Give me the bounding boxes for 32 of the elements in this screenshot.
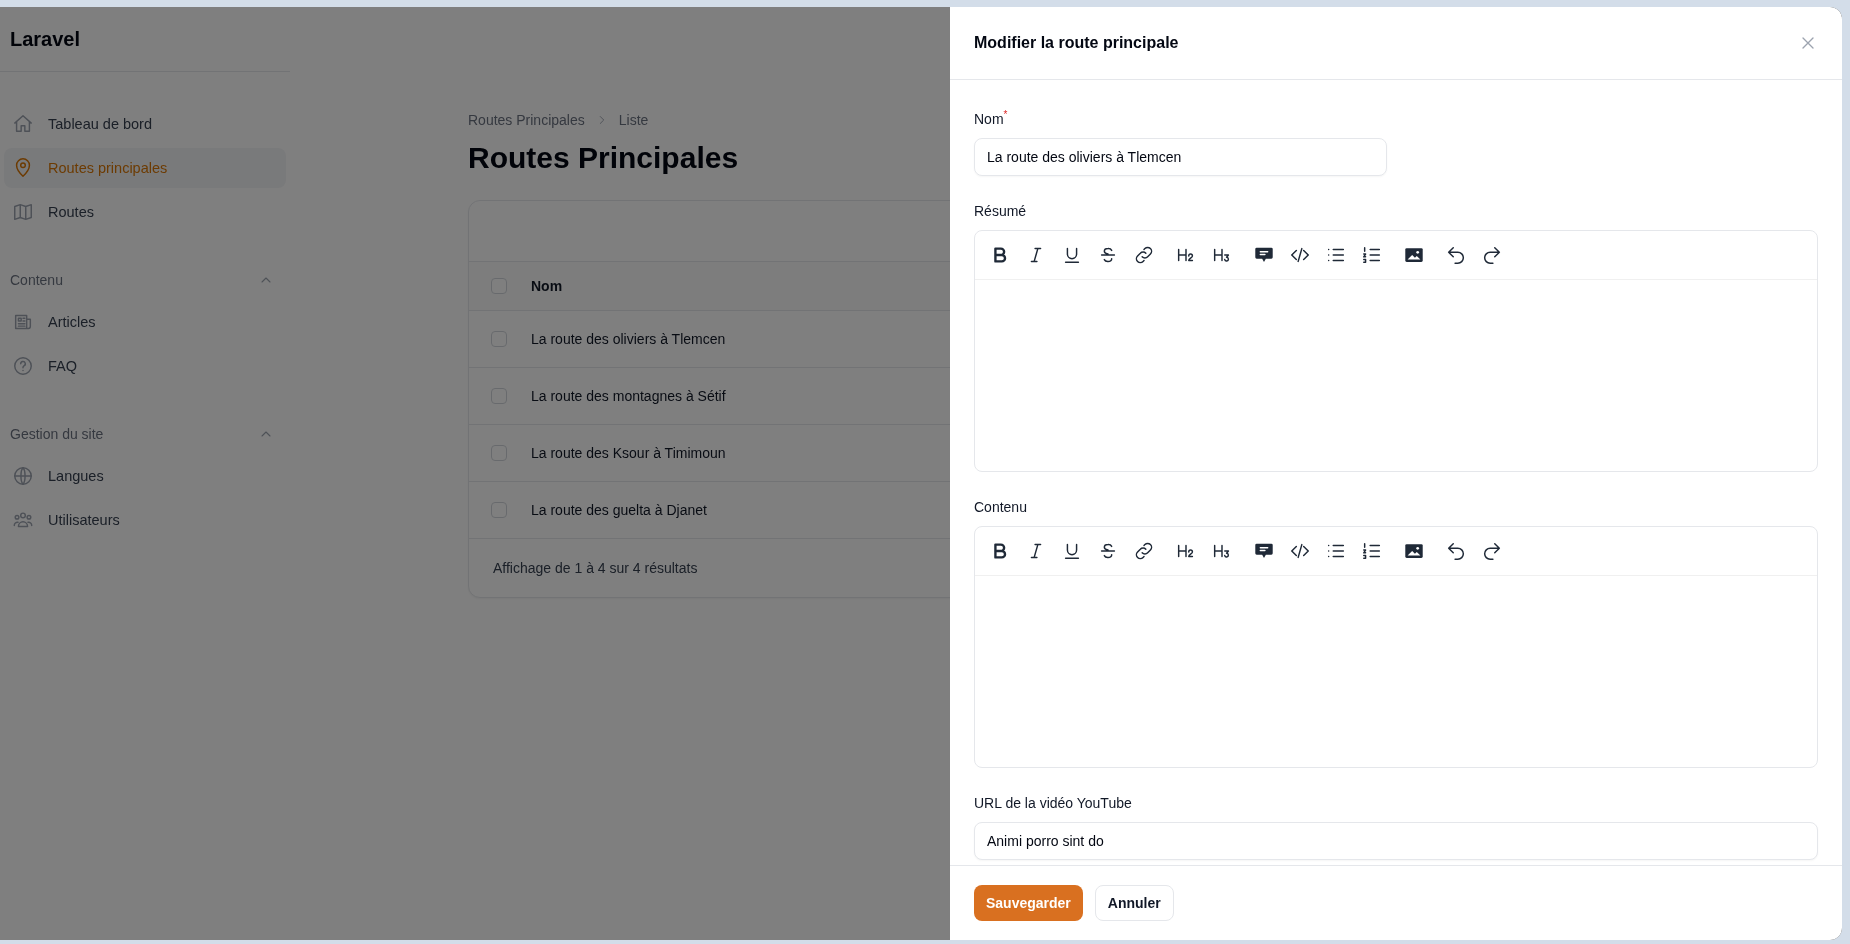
nav-item[interactable]: Routes [4,192,286,232]
results-summary: Affichage de 1 à 4 sur 4 résultats [493,560,698,576]
page-title: Routes Principales [468,140,739,176]
save-button[interactable]: Sauvegarder [974,885,1083,921]
table-cell: La route des guelta à Djanet [531,502,707,518]
field-label: Nom$^{*}$ [974,108,1009,128]
nav-item[interactable]: Routes principales [4,148,286,188]
app-logo[interactable]: Laravel [10,27,81,51]
home-icon [12,113,34,135]
nav-item[interactable]: Langues [4,456,286,496]
input-field[interactable]: La route des oliviers à Tlemcen [974,137,1387,176]
panel-title: Modifier la route principale [974,34,1179,52]
field-label: Résumé [974,201,1028,220]
table-cell: La route des Ksour à Timimoun [531,445,726,461]
globe-icon [12,465,34,487]
breadcrumb-link[interactable]: Liste [618,112,649,128]
field-label: URL de la vidéo YouTube [974,793,1133,812]
nav-item[interactable]: Tableau de bord [4,104,286,144]
map-icon [12,201,34,223]
nav-group-label: Gestion du site [10,426,104,442]
field-label: Contenu [974,497,1028,516]
nav-item[interactable]: FAQ [4,346,286,386]
input-field[interactable]: Animi porro sint do [974,821,1818,860]
nav-item[interactable]: Utilisateurs [4,500,286,540]
nav-group-label: Contenu [10,272,63,288]
question-icon [12,355,34,377]
nav-item[interactable]: Articles [4,302,286,342]
table-cell: La route des oliviers à Tlemcen [531,331,726,347]
cancel-button[interactable]: Annuler [1094,885,1174,921]
column-header[interactable]: Nom [531,278,563,294]
table-cell: La route des montagnes à Sétif [531,388,726,404]
breadcrumb-link[interactable]: Routes Principales [468,112,585,128]
